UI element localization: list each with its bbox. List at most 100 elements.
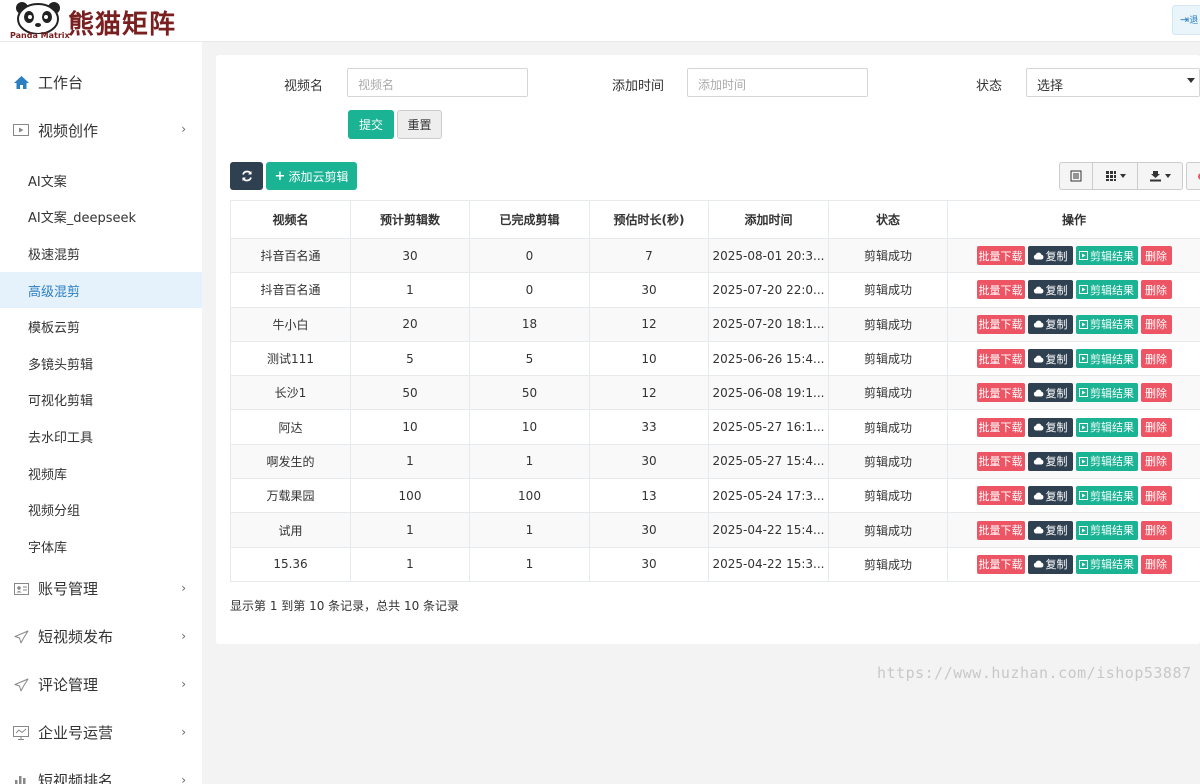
- cloud-icon: [1033, 560, 1043, 568]
- column-header[interactable]: 预计剪辑数: [350, 200, 470, 239]
- delete-button[interactable]: 删除: [1140, 349, 1172, 369]
- edit-result-button[interactable]: 剪辑结果: [1075, 349, 1138, 369]
- batch-download-button[interactable]: 批量下载: [976, 554, 1025, 574]
- edit-result-button[interactable]: 剪辑结果: [1075, 486, 1138, 506]
- paper-plane-icon: [12, 628, 30, 646]
- batch-download-button[interactable]: 批量下载: [976, 280, 1025, 300]
- edit-result-button[interactable]: 剪辑结果: [1075, 520, 1138, 540]
- copy-button[interactable]: 复制: [1027, 383, 1073, 403]
- delete-label: 删除: [1145, 283, 1167, 297]
- nav-workbench[interactable]: 工作台: [0, 58, 202, 106]
- delete-button[interactable]: 删除: [1140, 451, 1172, 471]
- cell-done: 1: [469, 443, 590, 480]
- copy-button[interactable]: 复制: [1027, 417, 1073, 437]
- copy-button[interactable]: 复制: [1027, 349, 1073, 369]
- nav-video-creation[interactable]: 视频创作 ›: [0, 106, 202, 154]
- sidebar-item-watermark-remover[interactable]: 去水印工具: [0, 418, 202, 455]
- nav-account-mgmt[interactable]: 账号管理 ›: [0, 565, 202, 613]
- status-select[interactable]: 选择: [1026, 68, 1200, 97]
- cell-video-name: 阿达: [230, 409, 351, 445]
- toggle-view-button[interactable]: [1059, 162, 1093, 190]
- cloud-icon: [1033, 320, 1043, 328]
- refresh-button[interactable]: [230, 162, 263, 190]
- submit-button[interactable]: 提交: [348, 110, 394, 139]
- cloud-icon: [1033, 526, 1043, 534]
- delete-button[interactable]: 删除: [1140, 246, 1172, 266]
- nav-enterprise-ops[interactable]: 企业号运营 ›: [0, 709, 202, 757]
- cell-status: 剪辑成功: [828, 272, 948, 308]
- edit-result-button[interactable]: 剪辑结果: [1075, 554, 1138, 574]
- delete-button[interactable]: 删除: [1140, 417, 1172, 437]
- nav-short-video-publish-label: 短视频发布: [38, 628, 114, 647]
- edit-result-button[interactable]: 剪辑结果: [1075, 314, 1138, 334]
- edit-result-button[interactable]: 剪辑结果: [1075, 280, 1138, 300]
- column-header[interactable]: 状态: [828, 200, 948, 239]
- batch-download-button[interactable]: 批量下载: [976, 246, 1025, 266]
- column-header[interactable]: 已完成剪辑: [469, 200, 590, 239]
- batch-download-button[interactable]: 批量下载: [976, 520, 1025, 540]
- more-button[interactable]: [1186, 162, 1200, 190]
- sidebar-item-font-library[interactable]: 字体库: [0, 528, 202, 565]
- cell-status: 剪辑成功: [828, 478, 948, 514]
- delete-button[interactable]: 删除: [1140, 280, 1172, 300]
- batch-download-button[interactable]: 批量下载: [976, 451, 1025, 471]
- sidebar-item-advanced-mix[interactable]: 高级混剪: [0, 271, 202, 309]
- copy-label: 复制: [1045, 455, 1068, 469]
- columns-button[interactable]: [1093, 162, 1138, 190]
- copy-button[interactable]: 复制: [1027, 451, 1073, 471]
- copy-button[interactable]: 复制: [1027, 280, 1073, 300]
- batch-download-button[interactable]: 批量下载: [976, 417, 1025, 437]
- edit-result-button[interactable]: 剪辑结果: [1075, 246, 1138, 266]
- sidebar-item-multi-camera[interactable]: 多镜头剪辑: [0, 345, 202, 382]
- cell-actions: 批量下载 复制 剪辑结果 删除: [947, 443, 1200, 480]
- sidebar-item-visual-edit[interactable]: 可视化剪辑: [0, 382, 202, 419]
- nav-comment-mgmt[interactable]: 评论管理 ›: [0, 661, 202, 709]
- copy-button[interactable]: 复制: [1027, 246, 1073, 266]
- reset-button[interactable]: 重置: [397, 110, 442, 139]
- batch-download-button[interactable]: 批量下载: [976, 349, 1025, 369]
- column-header[interactable]: 视频名: [230, 200, 351, 239]
- batch-download-label: 批量下载: [978, 524, 1023, 538]
- cloud-icon: [1033, 423, 1043, 431]
- column-header[interactable]: 预估时长(秒): [589, 200, 709, 239]
- nav-workbench-label: 工作台: [38, 73, 84, 92]
- logo[interactable]: 熊猫矩阵 Panda Matrix: [8, 0, 198, 42]
- nav-short-video-rank[interactable]: 短视频排名 ›: [0, 757, 202, 784]
- delete-button[interactable]: 删除: [1140, 383, 1172, 403]
- video-name-input[interactable]: 视频名: [347, 68, 528, 97]
- table-row: 长沙1 50 50 12 2025-06-08 19:1... 剪辑成功 批量下…: [230, 375, 1200, 411]
- copy-button[interactable]: 复制: [1027, 554, 1073, 574]
- delete-button[interactable]: 删除: [1140, 520, 1172, 540]
- edit-result-button[interactable]: 剪辑结果: [1075, 383, 1138, 403]
- bar-chart-icon: [12, 772, 30, 784]
- sidebar-item-template-cloud[interactable]: 模板云剪: [0, 308, 202, 345]
- sidebar-item-fast-mix[interactable]: 极速混剪: [0, 235, 202, 272]
- play-square-icon: [1079, 456, 1088, 466]
- sidebar-item-ai-copy[interactable]: AI文案: [0, 162, 202, 199]
- export-button[interactable]: [1138, 162, 1183, 190]
- edit-result-button[interactable]: 剪辑结果: [1075, 417, 1138, 437]
- exit-button[interactable]: ⇥退: [1172, 5, 1200, 35]
- nav-short-video-rank-label: 短视频排名: [38, 772, 114, 784]
- copy-button[interactable]: 复制: [1027, 486, 1073, 506]
- delete-button[interactable]: 删除: [1140, 314, 1172, 334]
- batch-download-button[interactable]: 批量下载: [976, 314, 1025, 334]
- batch-download-button[interactable]: 批量下载: [976, 486, 1025, 506]
- delete-button[interactable]: 删除: [1140, 554, 1172, 574]
- sidebar-item-video-group[interactable]: 视频分组: [0, 491, 202, 528]
- cell-video-name: 啊发生的: [230, 443, 351, 480]
- add-cloud-edit-button[interactable]: + 添加云剪辑: [266, 162, 357, 190]
- edit-result-button[interactable]: 剪辑结果: [1075, 451, 1138, 471]
- sidebar-item-ai-copy-deepseek[interactable]: AI文案_deepseek: [0, 199, 202, 236]
- copy-button[interactable]: 复制: [1027, 520, 1073, 540]
- delete-button[interactable]: 删除: [1140, 486, 1172, 506]
- batch-download-label: 批量下载: [978, 558, 1023, 572]
- column-header[interactable]: 添加时间: [708, 200, 829, 239]
- batch-download-label: 批量下载: [978, 318, 1023, 332]
- batch-download-button[interactable]: 批量下载: [976, 383, 1025, 403]
- cell-actions: 批量下载 复制 剪辑结果 删除: [947, 546, 1200, 582]
- add-time-input[interactable]: 添加时间: [687, 68, 868, 97]
- nav-short-video-publish[interactable]: 短视频发布 ›: [0, 613, 202, 661]
- sidebar-item-video-library[interactable]: 视频库: [0, 455, 202, 492]
- copy-button[interactable]: 复制: [1027, 314, 1073, 334]
